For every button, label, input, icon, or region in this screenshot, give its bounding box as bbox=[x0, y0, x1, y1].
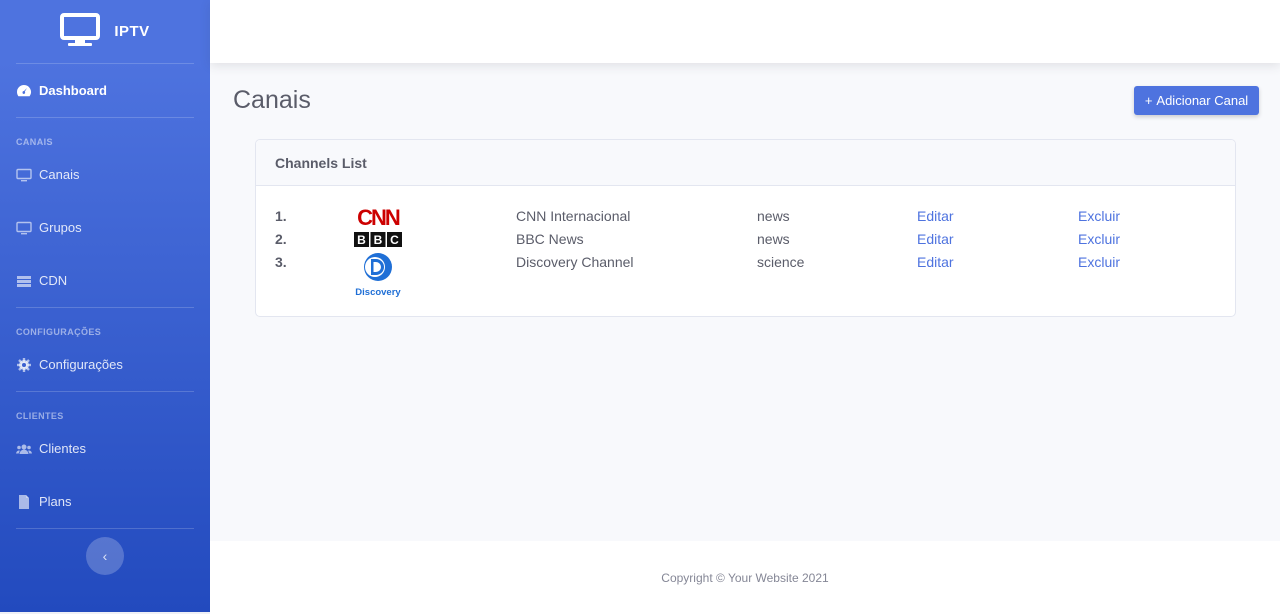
channels-card: Channels List 1. CNN CNN Internacional n… bbox=[255, 139, 1236, 317]
sidebar-item-grupos[interactable]: Grupos bbox=[0, 201, 210, 254]
edit-link[interactable]: Editar bbox=[917, 231, 954, 247]
delete-link[interactable]: Excluir bbox=[1078, 254, 1120, 270]
delete-link[interactable]: Excluir bbox=[1078, 231, 1120, 247]
svg-text:B: B bbox=[374, 233, 383, 247]
sidebar: IPTV Dashboard CANAIS Canais Grupos CDN … bbox=[0, 0, 210, 614]
sidebar-item-configuracoes[interactable]: Configurações bbox=[0, 338, 210, 391]
delete-link[interactable]: Excluir bbox=[1078, 208, 1120, 224]
sidebar-item-label: Dashboard bbox=[39, 83, 107, 98]
channel-category: science bbox=[757, 254, 805, 270]
edit-link[interactable]: Editar bbox=[917, 208, 954, 224]
discovery-logo-text: Discovery bbox=[355, 287, 401, 298]
row-number: 3. bbox=[275, 254, 287, 270]
edit-link[interactable]: Editar bbox=[917, 254, 954, 270]
sidebar-divider bbox=[16, 528, 194, 529]
channel-name: BBC News bbox=[516, 231, 584, 247]
desktop-icon bbox=[16, 167, 32, 183]
brand-name: IPTV bbox=[114, 23, 150, 40]
channel-category: news bbox=[757, 208, 790, 224]
table-row: 2. B B C BBC News news Editar Excluir bbox=[256, 228, 1235, 251]
table-row: 3. Discovery Discovery Channel science E… bbox=[256, 251, 1235, 298]
row-number: 1. bbox=[275, 208, 287, 224]
chevron-left-icon: ‹ bbox=[102, 548, 108, 564]
tv-icon bbox=[60, 12, 101, 51]
sidebar-item-canais[interactable]: Canais bbox=[0, 148, 210, 201]
gear-icon bbox=[16, 357, 32, 373]
page-title: Canais bbox=[233, 86, 311, 114]
sidebar-item-label: Canais bbox=[39, 167, 80, 182]
sidebar-item-label: Grupos bbox=[39, 220, 82, 235]
copyright-text: Copyright © Your Website 2021 bbox=[661, 570, 829, 585]
sidebar-heading-clientes: CLIENTES bbox=[16, 411, 64, 421]
sidebar-heading-canais: CANAIS bbox=[16, 137, 53, 147]
svg-text:B: B bbox=[357, 233, 366, 247]
table-row: 1. CNN CNN Internacional news Editar Exc… bbox=[256, 205, 1235, 230]
add-channel-label: Adicionar Canal bbox=[1156, 93, 1249, 108]
sidebar-item-dashboard[interactable]: Dashboard bbox=[0, 64, 210, 117]
sidebar-item-cdn[interactable]: CDN bbox=[0, 254, 210, 307]
sidebar-item-clientes[interactable]: Clientes bbox=[0, 422, 210, 475]
channel-name: Discovery Channel bbox=[516, 254, 634, 270]
desktop-icon bbox=[16, 220, 32, 236]
sidebar-item-label: Clientes bbox=[39, 441, 86, 456]
users-icon bbox=[16, 441, 32, 457]
sidebar-toggle-button[interactable]: ‹ bbox=[86, 537, 124, 575]
add-channel-button[interactable]: + Adicionar Canal bbox=[1134, 86, 1259, 115]
file-icon bbox=[16, 494, 32, 510]
row-number: 2. bbox=[275, 231, 287, 247]
server-icon bbox=[16, 273, 32, 289]
tachometer-icon bbox=[16, 83, 32, 99]
brand[interactable]: IPTV bbox=[0, 0, 210, 63]
channel-name: CNN Internacional bbox=[516, 208, 631, 224]
sidebar-heading-configuracoes: CONFIGURAÇÕES bbox=[16, 327, 102, 337]
bbc-logo: B B C bbox=[354, 232, 402, 250]
plus-icon: + bbox=[1144, 93, 1153, 108]
card-title: Channels List bbox=[256, 140, 1235, 186]
sidebar-item-label: Plans bbox=[39, 494, 72, 509]
footer: Copyright © Your Website 2021 bbox=[210, 541, 1280, 614]
discovery-logo: Discovery bbox=[354, 251, 404, 302]
channel-category: news bbox=[757, 231, 790, 247]
topbar bbox=[210, 0, 1280, 63]
sidebar-item-label: Configurações bbox=[39, 357, 123, 372]
cnn-logo-text: CNN bbox=[357, 205, 400, 229]
sidebar-item-label: CDN bbox=[39, 273, 68, 288]
sidebar-item-plans[interactable]: Plans bbox=[0, 475, 210, 528]
svg-text:C: C bbox=[390, 233, 399, 247]
